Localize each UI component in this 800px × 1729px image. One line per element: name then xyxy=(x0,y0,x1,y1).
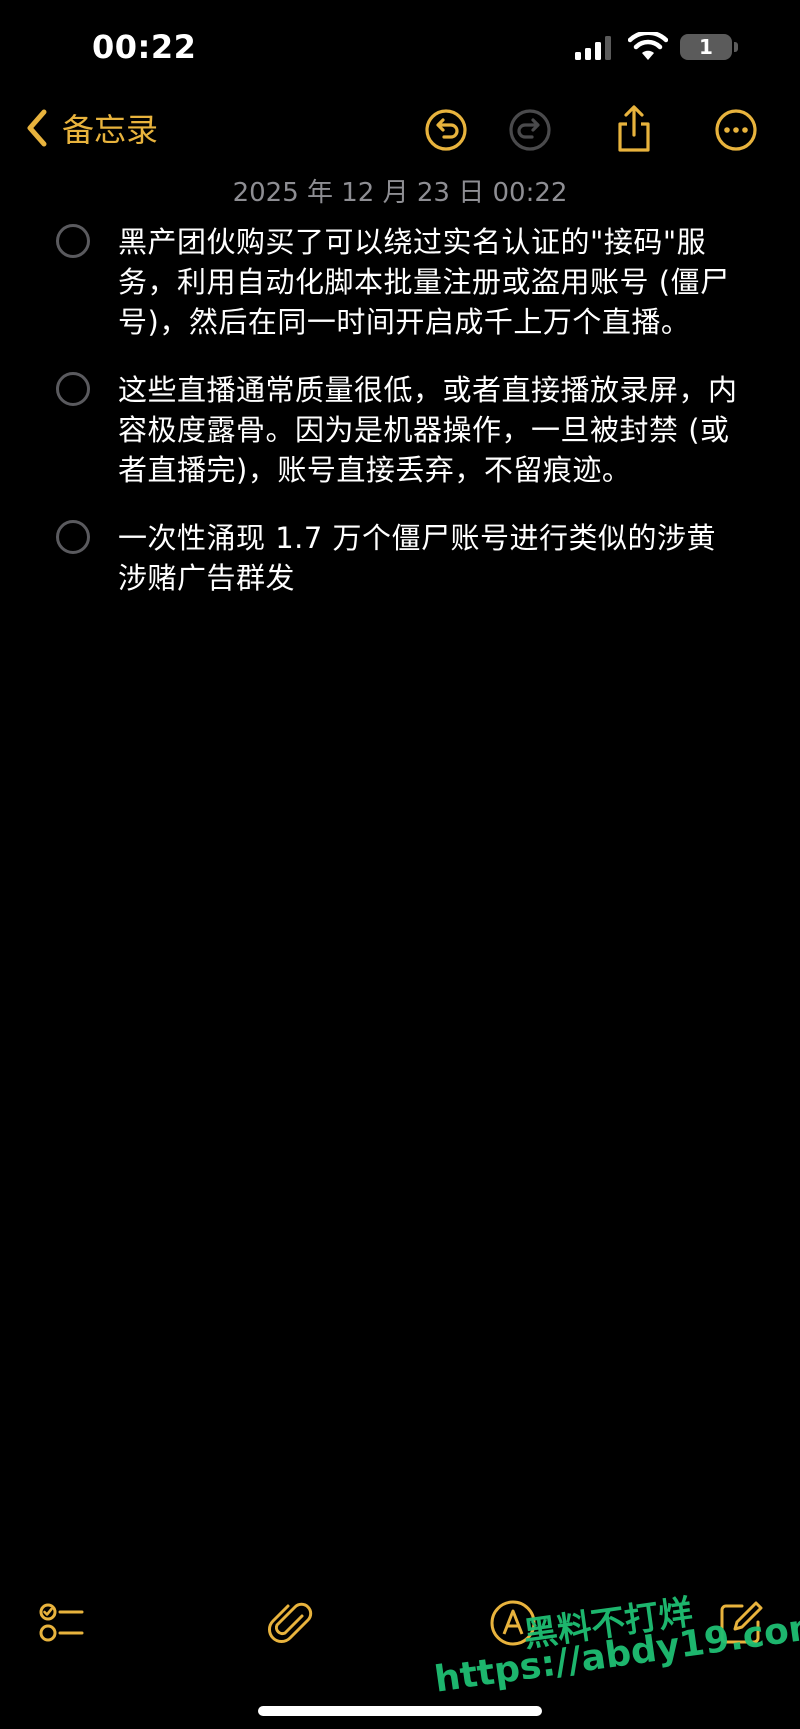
checklist-icon[interactable] xyxy=(38,1598,88,1648)
checklist-item: 一次性涌现 1.7 万个僵尸账号进行类似的涉黄涉赌广告群发 xyxy=(0,518,800,598)
undo-icon[interactable] xyxy=(424,108,468,152)
checklist: 黑产团伙购买了可以绕过实名认证的"接码"服务，利用自动化脚本批量注册或盗用账号 … xyxy=(0,222,800,626)
back-button[interactable]: 备忘录 xyxy=(22,104,158,152)
cellular-signal-icon xyxy=(575,36,611,60)
wifi-icon xyxy=(627,30,669,62)
paperclip-icon[interactable] xyxy=(266,1598,316,1648)
battery-tip xyxy=(734,42,738,52)
battery-level: 1 xyxy=(699,35,713,59)
chevron-left-icon xyxy=(27,109,47,147)
note-date: 2025 年 12 月 23 日 00:22 xyxy=(232,178,568,208)
checklist-item: 这些直播通常质量很低，或者直接播放录屏，内容极度露骨。因为是机器操作，一旦被封禁… xyxy=(0,370,800,490)
battery-icon: 1 xyxy=(680,34,732,60)
share-icon[interactable] xyxy=(612,104,656,154)
ellipsis-circle-icon[interactable] xyxy=(714,108,758,152)
checkbox-circle[interactable] xyxy=(56,372,90,406)
checklist-item-text[interactable]: 一次性涌现 1.7 万个僵尸账号进行类似的涉黄涉赌广告群发 xyxy=(118,518,740,598)
status-time: 00:22 xyxy=(92,28,197,66)
checkbox-circle[interactable] xyxy=(56,224,90,258)
home-indicator[interactable] xyxy=(258,1706,542,1716)
back-label: 备忘录 xyxy=(62,111,159,149)
checklist-item-text[interactable]: 黑产团伙购买了可以绕过实名认证的"接码"服务，利用自动化脚本批量注册或盗用账号 … xyxy=(118,222,740,342)
checklist-item-text[interactable]: 这些直播通常质量很低，或者直接播放录屏，内容极度露骨。因为是机器操作，一旦被封禁… xyxy=(118,370,740,490)
checkbox-circle[interactable] xyxy=(56,520,90,554)
redo-icon[interactable] xyxy=(508,108,552,152)
checklist-item: 黑产团伙购买了可以绕过实名认证的"接码"服务，利用自动化脚本批量注册或盗用账号 … xyxy=(0,222,800,342)
